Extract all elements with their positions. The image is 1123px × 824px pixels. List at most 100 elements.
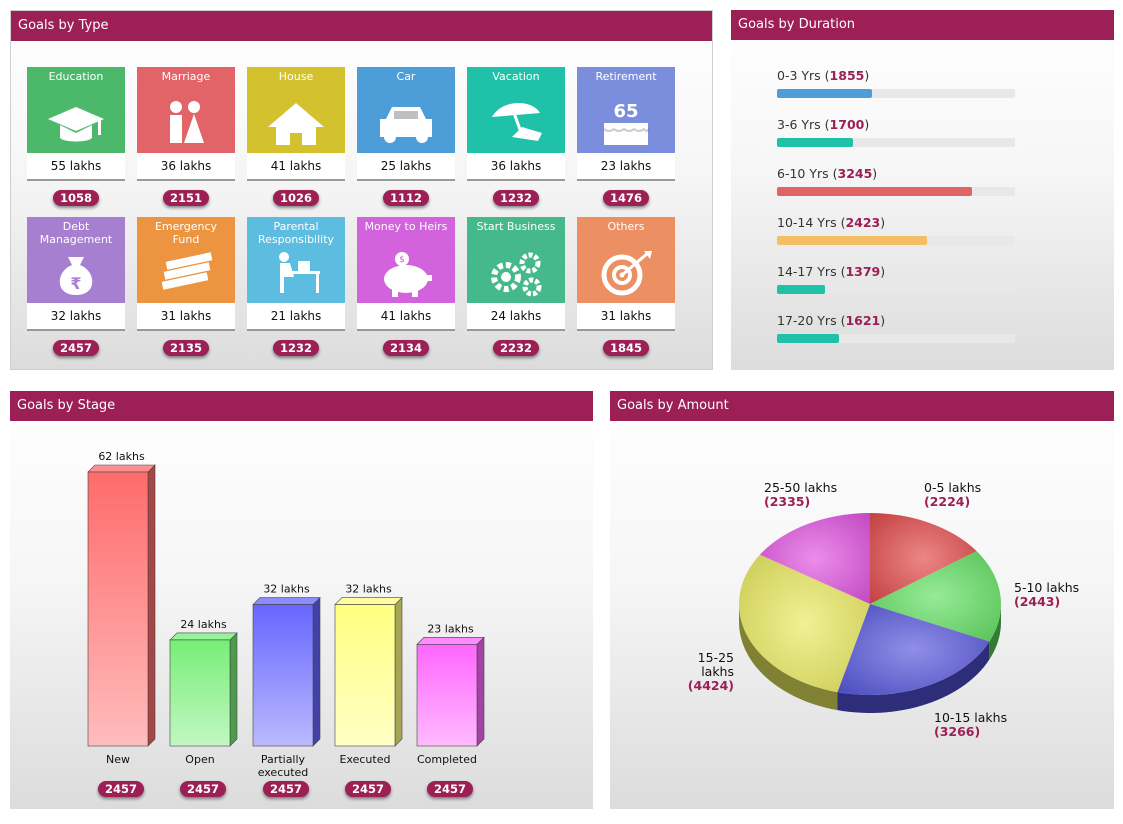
- goal-type-label: House: [278, 70, 314, 83]
- amount-pie-chart: [739, 513, 1001, 713]
- goal-type-label: Vacation: [492, 70, 540, 83]
- goal-type-tile-face: Emergency Fund: [137, 217, 235, 303]
- stage-category-label: Partially executed: [257, 753, 309, 779]
- duration-progress-fill: [777, 138, 854, 147]
- goal-type-tile[interactable]: Retirement 65 23 lakhs 1476: [577, 67, 675, 206]
- duration-progress-fill: [777, 89, 873, 98]
- duration-label: 10-14 Yrs (2423): [777, 215, 886, 230]
- cash-stack-icon: [137, 247, 235, 299]
- stage-count-badge: 2457: [263, 781, 309, 797]
- stage-bar[interactable]: [87, 464, 156, 747]
- duration-row: 10-14 Yrs (2423): [777, 215, 1015, 245]
- duration-count: 1621: [845, 313, 881, 328]
- goals-by-type-title: Goals by Type: [11, 11, 712, 41]
- goal-count-badge: 2232: [493, 340, 539, 356]
- duration-count: 1855: [829, 68, 865, 83]
- svg-text:₹: ₹: [70, 274, 81, 293]
- goal-type-label: Education: [48, 70, 104, 83]
- goal-count-badge: 1232: [493, 190, 539, 206]
- goals-by-duration-title: Goals by Duration: [731, 10, 1114, 40]
- stage-bar[interactable]: [334, 596, 403, 747]
- goal-count-badge: 2134: [383, 340, 429, 356]
- stage-category-label: Executed: [339, 753, 391, 766]
- pie-slice-count: (3266): [934, 724, 981, 739]
- stage-category-label: Open: [185, 753, 215, 766]
- duration-range: 3-6 Yrs: [777, 117, 821, 132]
- goal-type-amount: 32 lakhs: [27, 303, 125, 331]
- pie-slice-name: 15-25 lakhs: [697, 650, 734, 679]
- duration-row: 17-20 Yrs (1621): [777, 313, 1015, 343]
- duration-progress-track: [777, 285, 1015, 294]
- goal-type-tile[interactable]: Start Business 24 lakhs 2232: [467, 217, 565, 356]
- pie-slice-count: (2224): [924, 494, 971, 509]
- goal-type-amount: 55 lakhs: [27, 153, 125, 181]
- pie-slice-label: 5-10 lakhs (2443): [1014, 581, 1079, 609]
- goal-type-tile[interactable]: Money to Heirs $41 lakhs 2134: [357, 217, 455, 356]
- duration-row: 3-6 Yrs (1700): [777, 117, 1015, 147]
- duration-row: 6-10 Yrs (3245): [777, 166, 1015, 196]
- goal-count-badge: 1026: [273, 190, 319, 206]
- goal-type-tile[interactable]: Marriage 36 lakhs 2151: [137, 67, 235, 206]
- goal-type-amount: 21 lakhs: [247, 303, 345, 331]
- stage-category-label: Completed: [417, 753, 477, 766]
- svg-text:65: 65: [613, 101, 638, 122]
- goal-type-tile[interactable]: House 41 lakhs 1026: [247, 67, 345, 206]
- goals-by-duration-panel: Goals by Duration 0-3 Yrs (1855) 3-6 Yrs …: [731, 10, 1114, 370]
- stage-count-badge: 2457: [345, 781, 391, 797]
- duration-label: 17-20 Yrs (1621): [777, 313, 886, 328]
- duration-label: 6-10 Yrs (3245): [777, 166, 878, 181]
- pie-slice-count: (4424): [687, 678, 734, 693]
- goal-type-amount: 24 lakhs: [467, 303, 565, 331]
- goal-type-label: Marriage: [161, 70, 211, 83]
- duration-range: 14-17 Yrs: [777, 264, 837, 279]
- goal-type-tile[interactable]: Debt Management ₹32 lakhs 2457: [27, 217, 125, 356]
- goal-type-tile[interactable]: Parental Responsibility 21 lakhs 1232: [247, 217, 345, 356]
- goal-type-tile[interactable]: Vacation 36 lakhs 1232: [467, 67, 565, 206]
- duration-row: 14-17 Yrs (1379): [777, 264, 1015, 294]
- goal-type-tile-face: Marriage: [137, 67, 235, 153]
- goal-type-tile-face: Education: [27, 67, 125, 153]
- goal-type-amount: 41 lakhs: [357, 303, 455, 331]
- duration-range: 10-14 Yrs: [777, 215, 837, 230]
- stage-category-label: New: [106, 753, 130, 766]
- stage-count-badge: 2457: [427, 781, 473, 797]
- pie-slice-label: 0-5 lakhs (2224): [924, 481, 981, 509]
- duration-range: 0-3 Yrs: [777, 68, 821, 83]
- goal-type-tile[interactable]: Emergency Fund 31 lakhs 2135: [137, 217, 235, 356]
- stage-bar[interactable]: [416, 636, 485, 747]
- duration-progress-fill: [777, 334, 839, 343]
- goals-by-stage-panel: Goals by Stage 62 lakhs 24 lakhs 32 lakhs 3…: [10, 391, 593, 809]
- goal-type-tile[interactable]: Car 25 lakhs 1112: [357, 67, 455, 206]
- goal-type-label: Emergency Fund: [154, 220, 218, 246]
- money-bag-icon: ₹: [27, 247, 125, 299]
- goal-type-tile[interactable]: Education 55 lakhs 1058: [27, 67, 125, 206]
- goal-count-badge: 1058: [53, 190, 99, 206]
- duration-progress-fill: [777, 236, 927, 245]
- pie-slice-label: 25-50 lakhs (2335): [764, 481, 837, 509]
- goal-type-tile-face: Car: [357, 67, 455, 153]
- duration-range: 6-10 Yrs: [777, 166, 829, 181]
- goal-count-badge: 2135: [163, 340, 209, 356]
- goal-type-tile[interactable]: Others 31 lakhs 1845: [577, 217, 675, 356]
- goals-by-amount-title: Goals by Amount: [610, 391, 1114, 421]
- goal-type-amount: 36 lakhs: [137, 153, 235, 181]
- duration-progress-track: [777, 89, 1015, 98]
- goals-by-amount-panel: Goals by Amount 0-5 lakhs (2224) 5-10 lakh…: [610, 391, 1114, 809]
- goal-type-tile-face: House: [247, 67, 345, 153]
- duration-progress-fill: [777, 285, 825, 294]
- target-icon: [577, 247, 675, 299]
- house-icon: [247, 97, 345, 149]
- graduation-cap-icon: [27, 97, 125, 149]
- goal-type-label: Retirement: [595, 70, 657, 83]
- stage-bar[interactable]: [252, 596, 321, 747]
- duration-progress-track: [777, 334, 1015, 343]
- stage-bar-value-label: 62 lakhs: [98, 450, 145, 463]
- stage-bar[interactable]: [169, 632, 238, 747]
- duration-range: 17-20 Yrs: [777, 313, 837, 328]
- goal-type-amount: 41 lakhs: [247, 153, 345, 181]
- goals-by-stage-title: Goals by Stage: [10, 391, 593, 421]
- duration-label: 14-17 Yrs (1379): [777, 264, 886, 279]
- goal-type-tile-face: Money to Heirs $: [357, 217, 455, 303]
- pie-slice-name: 25-50 lakhs: [764, 480, 838, 495]
- goal-count-badge: 2457: [53, 340, 99, 356]
